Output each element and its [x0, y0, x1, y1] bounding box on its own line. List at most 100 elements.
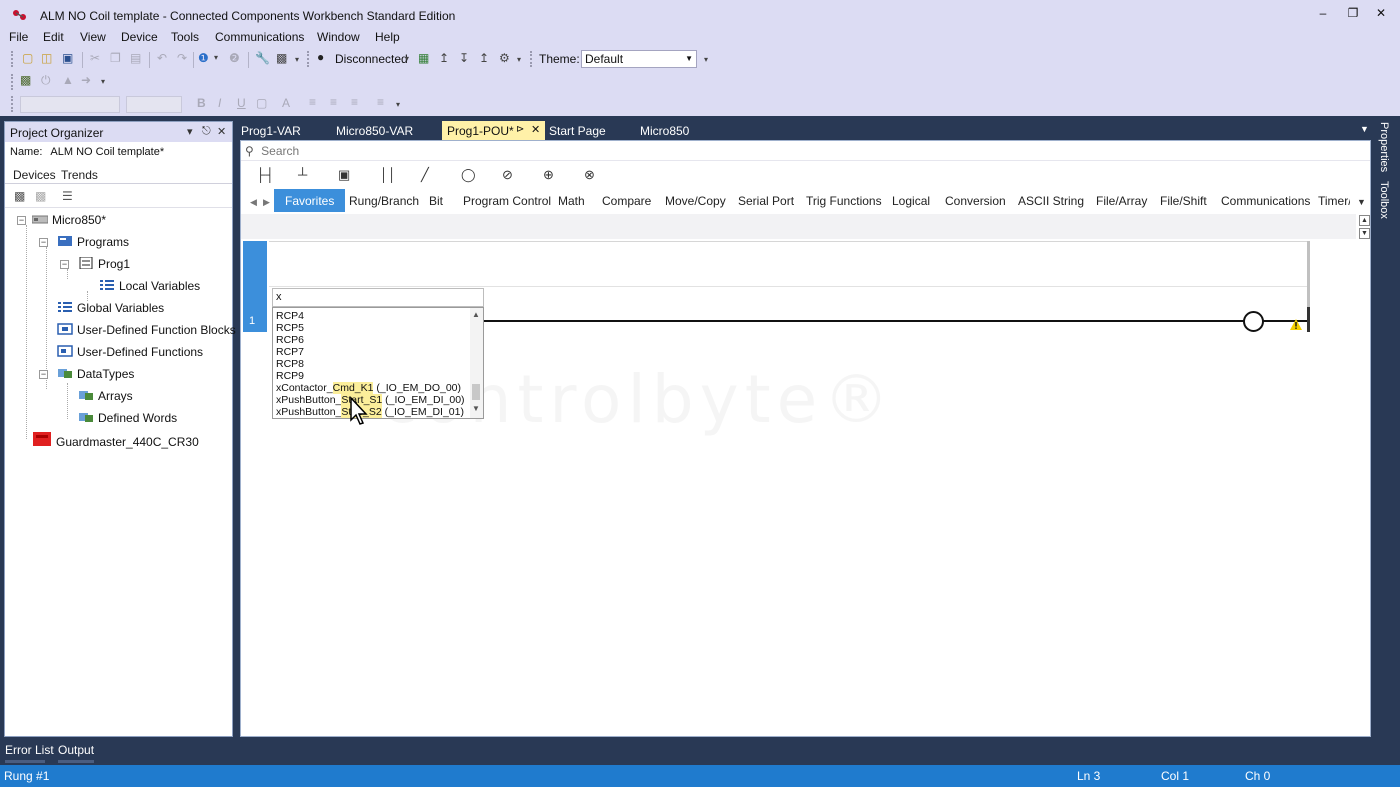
search-input[interactable]: Search: [261, 144, 299, 158]
menu-edit[interactable]: Edit: [43, 30, 64, 44]
tab-devices[interactable]: Devices: [13, 168, 56, 182]
hierarchy-icon[interactable]: ☰: [62, 189, 73, 203]
tree-item-guardmaster[interactable]: Guardmaster_440C_CR30: [32, 431, 199, 449]
minimize-button[interactable]: –: [1313, 6, 1333, 22]
list-item[interactable]: RCP6: [276, 334, 304, 346]
download-icon[interactable]: ↧: [459, 51, 469, 65]
menu-window[interactable]: Window: [317, 30, 360, 44]
list-item[interactable]: RCP9: [276, 370, 304, 382]
step-icon[interactable]: ➜: [81, 73, 91, 87]
restore-button[interactable]: ❐: [1343, 6, 1363, 22]
align-center-icon[interactable]: ≡: [330, 95, 337, 109]
theme-select[interactable]: Default ▼: [581, 50, 697, 68]
toolbox-panel-tab[interactable]: Toolbox: [1378, 181, 1390, 219]
toolbar-grip[interactable]: [11, 51, 15, 67]
connection-status[interactable]: Disconnected: [335, 52, 408, 66]
tree-item-udfb[interactable]: User-Defined Function Blocks: [57, 323, 236, 337]
tab-list-dropdown-icon[interactable]: ▼: [1360, 124, 1369, 134]
tree-item-arrays[interactable]: Arrays: [78, 389, 133, 403]
tab-logical[interactable]: Logical: [892, 194, 930, 208]
list-item[interactable]: RCP7: [276, 346, 304, 358]
reverse-contact-icon[interactable]: ╱: [421, 167, 429, 183]
collapse-up-icon[interactable]: ▲: [1359, 215, 1370, 226]
toolbar-overflow-icon[interactable]: ▾: [517, 55, 521, 64]
list-item-pushbutton-start[interactable]: xPushButton_Start_S1 (_IO_EM_DI_00): [276, 394, 465, 406]
direct-coil-icon[interactable]: ◯: [461, 167, 476, 183]
menu-help[interactable]: Help: [375, 30, 400, 44]
tab-move-copy[interactable]: Move/Copy: [665, 194, 726, 208]
navigate-forward-icon[interactable]: ❷: [229, 51, 240, 65]
block-icon[interactable]: ▣: [338, 167, 350, 183]
instruction-search[interactable]: ⚲ Search: [241, 141, 1370, 161]
tab-prog1-var[interactable]: Prog1-VAR: [236, 121, 306, 140]
tree-item-local-variables[interactable]: Local Variables: [99, 279, 200, 293]
underline-icon[interactable]: U: [237, 96, 246, 110]
tab-error-list[interactable]: Error List: [5, 743, 54, 757]
tab-start-page[interactable]: Start Page: [544, 121, 611, 140]
add-device-icon[interactable]: ▩: [14, 189, 25, 203]
save-icon[interactable]: ▣: [62, 51, 73, 65]
close-icon[interactable]: ✕: [531, 123, 540, 136]
rung-icon[interactable]: ├┤: [256, 167, 274, 182]
upload-icon[interactable]: ↥: [439, 51, 449, 65]
menu-device[interactable]: Device: [121, 30, 158, 44]
menu-tools[interactable]: Tools: [171, 30, 199, 44]
scroll-thumb[interactable]: [472, 384, 480, 400]
menu-communications[interactable]: Communications: [215, 30, 304, 44]
redo-icon[interactable]: ↷: [177, 51, 187, 65]
tab-program-control[interactable]: Program Control: [463, 194, 551, 208]
undo-icon[interactable]: ↶: [157, 51, 167, 65]
collapse-programs-icon[interactable]: −: [39, 238, 48, 247]
branch-icon[interactable]: ┴: [298, 167, 307, 182]
collapse-micro850-icon[interactable]: −: [17, 216, 26, 225]
toolbar-grip[interactable]: [11, 74, 15, 90]
list-item[interactable]: RCP5: [276, 322, 304, 334]
cut-icon[interactable]: ✂: [90, 51, 100, 65]
download-project-icon[interactable]: ▦: [418, 51, 429, 65]
rung-comment-area[interactable]: [269, 241, 1309, 287]
tab-compare[interactable]: Compare: [602, 194, 651, 208]
align-left-icon[interactable]: ≡: [309, 95, 316, 109]
panel-menu-icon[interactable]: ▾: [187, 125, 193, 138]
toolbar-overflow-icon[interactable]: ▾: [704, 55, 708, 64]
new-project-icon[interactable]: ▢: [22, 51, 33, 65]
tab-ascii-string[interactable]: ASCII String: [1018, 194, 1084, 208]
pin-icon[interactable]: ⎋: [202, 125, 211, 138]
list-item-contactor[interactable]: xContactor_Cmd_K1 (_IO_EM_DO_00): [276, 382, 461, 394]
copy-icon[interactable]: ❐: [110, 51, 121, 65]
list-item[interactable]: RCP4: [276, 310, 304, 322]
list-item-pushbutton-stop[interactable]: xPushButton_Stop_S2 (_IO_EM_DI_01): [276, 406, 464, 418]
tree-item-datatypes[interactable]: DataTypes: [57, 367, 134, 381]
tab-conversion[interactable]: Conversion: [945, 194, 1006, 208]
menu-file[interactable]: File: [9, 30, 28, 44]
align-right-icon[interactable]: ≡: [351, 95, 358, 109]
tab-favorites[interactable]: Favorites: [274, 189, 346, 212]
scroll-down-icon[interactable]: ▼: [472, 404, 480, 413]
tab-output[interactable]: Output: [58, 743, 94, 757]
tab-file-shift[interactable]: File/Shift: [1160, 194, 1207, 208]
tab-file-array[interactable]: File/Array: [1096, 194, 1147, 208]
toolbar-grip[interactable]: [307, 51, 311, 67]
tab-trends[interactable]: Trends: [61, 168, 98, 182]
tab-math[interactable]: Math: [558, 194, 585, 208]
paste-icon[interactable]: ▤: [130, 51, 141, 65]
set-coil-icon[interactable]: ⊕: [543, 167, 554, 183]
list-item[interactable]: RCP8: [276, 358, 304, 370]
open-folder-icon[interactable]: ◫: [41, 51, 52, 65]
variable-input[interactable]: x: [272, 288, 484, 307]
pin-icon[interactable]: ⊳: [516, 124, 524, 135]
tab-trig-functions[interactable]: Trig Functions: [806, 194, 882, 208]
toolbar-grip[interactable]: [11, 96, 15, 112]
font-size-combo[interactable]: [126, 96, 182, 113]
tab-rung-branch[interactable]: Rung/Branch: [349, 194, 419, 208]
tree-item-micro850[interactable]: Micro850*: [32, 213, 106, 227]
close-icon[interactable]: ✕: [217, 125, 226, 138]
toolbar-overflow-icon[interactable]: ▾: [396, 100, 400, 109]
tab-bit[interactable]: Bit: [429, 194, 443, 208]
direct-contact-icon[interactable]: ││: [380, 167, 396, 182]
font-family-combo[interactable]: [20, 96, 120, 113]
bold-icon[interactable]: B: [197, 96, 206, 110]
scroll-left-icon[interactable]: ◀: [250, 197, 257, 208]
output-coil[interactable]: [1243, 311, 1264, 332]
tree-item-defined-words[interactable]: Defined Words: [78, 411, 177, 425]
